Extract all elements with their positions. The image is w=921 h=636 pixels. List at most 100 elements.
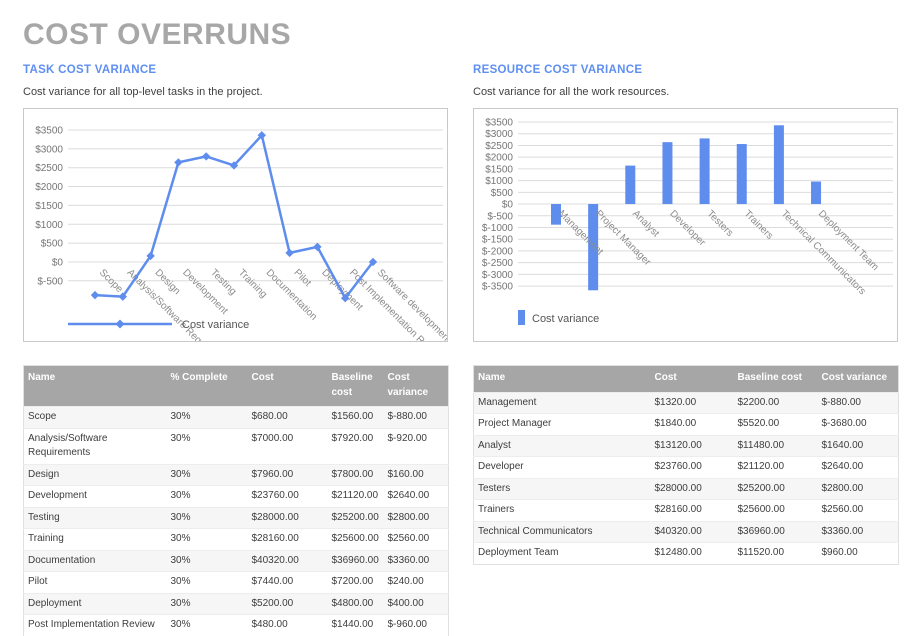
resource-section-heading: RESOURCE COST VARIANCE xyxy=(473,64,898,76)
table-row: Analysis/Software Requirements30%$7000.0… xyxy=(24,428,449,464)
table-cell: $680.00 xyxy=(248,407,328,429)
y-axis-tick-label: $500 xyxy=(491,188,514,199)
table-cell: $2800.00 xyxy=(384,507,449,529)
table-cell: $2560.00 xyxy=(818,500,899,522)
y-axis-tick-label: $3000 xyxy=(35,144,63,155)
table-cell: $25200.00 xyxy=(734,478,818,500)
table-cell: $1320.00 xyxy=(651,392,734,414)
y-axis-tick-label: $3000 xyxy=(485,129,513,140)
data-point-marker xyxy=(202,152,210,160)
table-cell: $-920.00 xyxy=(384,428,449,464)
table-cell: $21120.00 xyxy=(734,457,818,479)
table-cell: $2200.00 xyxy=(734,392,818,414)
y-axis-tick-label: $-500 xyxy=(37,276,63,287)
table-cell: 30% xyxy=(167,407,248,429)
category-label: Training xyxy=(236,267,269,300)
task-section-heading: TASK COST VARIANCE xyxy=(23,64,448,76)
column-header: Cost xyxy=(248,366,328,407)
column-header: Cost variance xyxy=(384,366,449,407)
table-cell: $960.00 xyxy=(818,543,899,565)
y-axis-tick-label: $3500 xyxy=(485,118,513,129)
table-cell: $36960.00 xyxy=(734,521,818,543)
table-row: Deployment30%$5200.00$4800.00$400.00 xyxy=(24,593,449,615)
table-cell: Deployment xyxy=(24,593,167,615)
table-cell: $36960.00 xyxy=(328,550,384,572)
category-label: Testers xyxy=(704,208,735,239)
table-row: Testing30%$28000.00$25200.00$2800.00 xyxy=(24,507,449,529)
task-cost-variance-chart[interactable]: $3500$3000$2500$2000$1500$1000$500$0$-50… xyxy=(23,108,448,342)
table-cell: $7920.00 xyxy=(328,428,384,464)
table-cell: $23760.00 xyxy=(651,457,734,479)
table-cell: $2800.00 xyxy=(818,478,899,500)
table-cell: Analyst xyxy=(474,435,651,457)
table-cell: $25600.00 xyxy=(734,500,818,522)
table-cell: $160.00 xyxy=(384,464,449,486)
y-axis-tick-label: $500 xyxy=(41,239,64,250)
table-cell: 30% xyxy=(167,615,248,636)
table-row: Design30%$7960.00$7800.00$160.00 xyxy=(24,464,449,486)
table-cell: Testers xyxy=(474,478,651,500)
table-cell: $11520.00 xyxy=(734,543,818,565)
table-cell: $240.00 xyxy=(384,572,449,594)
task-chart-canvas: $3500$3000$2500$2000$1500$1000$500$0$-50… xyxy=(24,109,447,341)
table-cell: 30% xyxy=(167,428,248,464)
y-axis-tick-label: $-2000 xyxy=(482,246,514,257)
bar xyxy=(700,138,710,204)
table-cell: 30% xyxy=(167,593,248,615)
table-row: Post Implementation Review30%$480.00$144… xyxy=(24,615,449,636)
category-label: Trainers xyxy=(742,208,775,241)
data-point-marker xyxy=(285,249,293,257)
table-cell: $13120.00 xyxy=(651,435,734,457)
table-cell: $1640.00 xyxy=(818,435,899,457)
y-axis-tick-label: $0 xyxy=(52,257,64,268)
table-row: Documentation30%$40320.00$36960.00$3360.… xyxy=(24,550,449,572)
task-cost-table: Name% CompleteCostBaseline costCost vari… xyxy=(23,365,449,636)
table-cell: $28000.00 xyxy=(248,507,328,529)
table-cell: Analysis/Software Requirements xyxy=(24,428,167,464)
column-header: Baseline cost xyxy=(328,366,384,407)
table-cell: $-880.00 xyxy=(384,407,449,429)
y-axis-tick-label: $-3000 xyxy=(482,270,514,281)
task-cost-variance-section: TASK COST VARIANCE Cost variance for all… xyxy=(23,64,448,636)
legend-label: Cost variance xyxy=(532,313,599,325)
table-cell: $2640.00 xyxy=(384,486,449,508)
y-axis-tick-label: $1000 xyxy=(35,220,63,231)
table-row: Training30%$28160.00$25600.00$2560.00 xyxy=(24,529,449,551)
column-header: Baseline cost xyxy=(734,366,818,393)
table-row: Testers$28000.00$25200.00$2800.00 xyxy=(474,478,899,500)
bar xyxy=(737,144,747,204)
table-cell: $3360.00 xyxy=(818,521,899,543)
table-cell: $28000.00 xyxy=(651,478,734,500)
table-cell: $23760.00 xyxy=(248,486,328,508)
category-label: Scope xyxy=(97,267,125,295)
table-cell: $7000.00 xyxy=(248,428,328,464)
data-point-marker xyxy=(91,291,99,299)
table-row: Project Manager$1840.00$5520.00$-3680.00 xyxy=(474,414,899,436)
table-cell: $1440.00 xyxy=(328,615,384,636)
table-cell: Management xyxy=(474,392,651,414)
y-axis-tick-label: $3500 xyxy=(35,126,63,137)
category-label: Pilot xyxy=(291,267,313,289)
y-axis-tick-label: $1000 xyxy=(485,176,513,187)
table-row: Deployment Team$12480.00$11520.00$960.00 xyxy=(474,543,899,565)
table-cell: $25600.00 xyxy=(328,529,384,551)
table-cell: $21120.00 xyxy=(328,486,384,508)
table-cell: 30% xyxy=(167,507,248,529)
table-cell: Development xyxy=(24,486,167,508)
resource-section-description: Cost variance for all the work resources… xyxy=(473,86,898,98)
y-axis-tick-label: $2000 xyxy=(485,153,513,164)
table-cell: Technical Communicators xyxy=(474,521,651,543)
table-cell: $480.00 xyxy=(248,615,328,636)
column-header: Name xyxy=(24,366,167,407)
column-header: Name xyxy=(474,366,651,393)
resource-cost-table: NameCostBaseline costCost variance Manag… xyxy=(473,365,899,565)
table-row: Technical Communicators$40320.00$36960.0… xyxy=(474,521,899,543)
table-cell: $7800.00 xyxy=(328,464,384,486)
table-cell: $40320.00 xyxy=(248,550,328,572)
y-axis-tick-label: $-2500 xyxy=(482,258,514,269)
y-axis-tick-label: $1500 xyxy=(35,201,63,212)
resource-cost-variance-section: RESOURCE COST VARIANCE Cost variance for… xyxy=(473,64,898,636)
table-cell: Documentation xyxy=(24,550,167,572)
resource-cost-variance-chart[interactable]: $3500$3000$2500$2000$1500$1000$500$0$-50… xyxy=(473,108,898,342)
bar xyxy=(811,182,821,205)
